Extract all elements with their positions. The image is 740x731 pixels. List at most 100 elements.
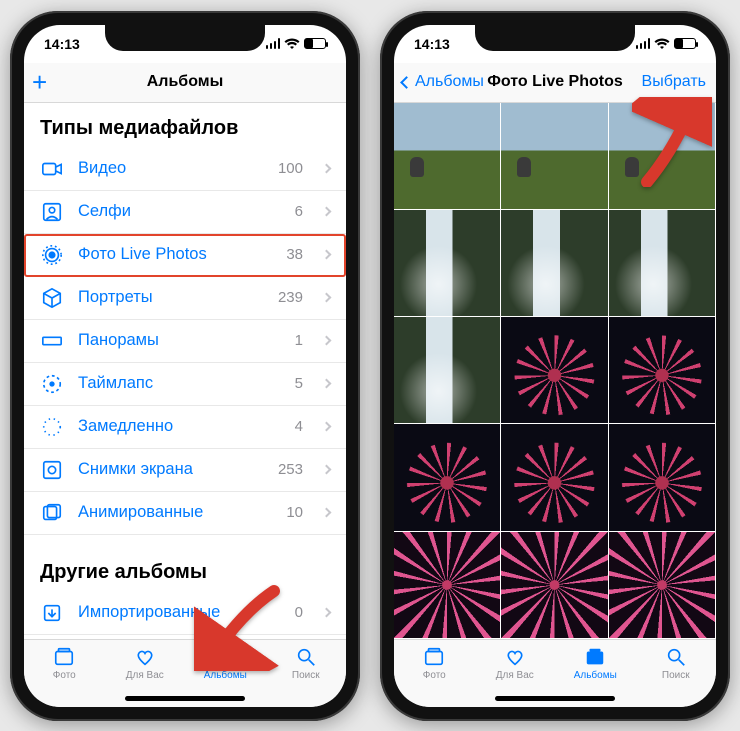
photo-thumbnail[interactable] [394,532,501,639]
photo-grid [394,103,716,639]
photo-thumbnail[interactable] [501,317,608,424]
list-row-video[interactable]: Видео100 [24,148,346,191]
chevron-right-icon [322,250,332,260]
status-time: 14:13 [44,36,80,52]
tab-label: Для Вас [496,670,534,681]
status-indicators [636,38,697,50]
back-label: Альбомы [415,73,484,91]
cube-icon [40,287,64,309]
section-other-title: Другие альбомы [24,535,346,592]
tab-label: Для Вас [126,670,164,681]
photo-thumbnail[interactable] [609,317,716,424]
select-button[interactable]: Выбрать [642,73,706,91]
panorama-icon [40,330,64,352]
chevron-right-icon [322,207,332,217]
photo-thumbnail[interactable] [501,424,608,531]
phone-left: 14:13 + Альбомы Типы медиафайлов Видео10… [10,11,360,721]
content-area[interactable]: Типы медиафайлов Видео100Селфи6Фото Live… [24,103,346,639]
row-label: Замедленно [78,417,281,436]
photo-thumbnail[interactable] [609,210,716,317]
list-row-livephoto[interactable]: Фото Live Photos 38 [24,234,346,277]
list-row-selfie[interactable]: Селфи 6 [24,191,346,234]
tab-label: Альбомы [204,670,247,681]
chevron-right-icon [322,422,332,432]
list-row-import[interactable]: Импортированные 0 [24,592,346,635]
list-row-cube[interactable]: Портреты239 [24,277,346,320]
albums-tab-icon [214,646,236,668]
tab-альбомы[interactable]: Альбомы [185,646,266,681]
row-count: 253 [278,461,303,478]
albums-tab-icon [584,646,606,668]
video-icon [40,158,64,180]
home-indicator[interactable] [125,696,245,701]
list-row-timelapse[interactable]: Таймлапс 5 [24,363,346,406]
chevron-right-icon [322,465,332,475]
phone-right: 14:13 Альбомы Фото Live Photos Выбрать [380,11,730,721]
media-types-list: Видео100 Селфи 6 Фото Live Photos 38 Портреты… [24,148,346,535]
battery-icon [674,38,696,49]
foryou-tab-icon [504,646,526,668]
tab-label: Альбомы [574,670,617,681]
row-count: 38 [286,246,303,263]
photo-thumbnail[interactable] [609,424,716,531]
tab-bar: Фото Для Вас Альбомы Поиск [394,639,716,707]
photo-thumbnail[interactable] [394,103,501,210]
tab-для вас[interactable]: Для Вас [475,646,556,681]
search-tab-icon [295,646,317,668]
home-indicator[interactable] [495,696,615,701]
row-label: Фото Live Photos [78,245,272,264]
search-tab-icon [665,646,687,668]
plus-icon: + [32,69,47,95]
list-row-slowmo[interactable]: Замедленно 4 [24,406,346,449]
wifi-icon [654,38,670,50]
tab-поиск[interactable]: Поиск [636,646,717,681]
tab-фото[interactable]: Фото [394,646,475,681]
list-row-panorama[interactable]: Панорамы1 [24,320,346,363]
row-count: 4 [295,418,303,435]
tab-label: Фото [53,670,76,681]
tab-для вас[interactable]: Для Вас [105,646,186,681]
selfie-icon [40,201,64,223]
add-button[interactable]: + [32,69,47,95]
chevron-right-icon [322,508,332,518]
screen: 14:13 + Альбомы Типы медиафайлов Видео10… [24,25,346,707]
photo-thumbnail[interactable] [394,317,501,424]
chevron-left-icon [400,76,413,89]
import-icon [40,602,64,624]
list-row-screenshot[interactable]: Снимки экрана253 [24,449,346,492]
photo-thumbnail[interactable] [501,103,608,210]
row-label: Портреты [78,288,264,307]
photos-tab-icon [423,646,445,668]
photo-thumbnail[interactable] [609,103,716,210]
photo-grid-scroll[interactable] [394,103,716,639]
photo-thumbnail[interactable] [609,532,716,639]
status-indicators [266,38,327,50]
row-label: Импортированные [78,603,281,622]
photo-thumbnail[interactable] [394,424,501,531]
row-count: 6 [295,203,303,220]
row-count: 0 [295,604,303,621]
row-label: Селфи [78,202,281,221]
timelapse-icon [40,373,64,395]
list-row-animated[interactable]: Анимированные10 [24,492,346,535]
nav-bar: Альбомы Фото Live Photos Выбрать [394,63,716,103]
tab-поиск[interactable]: Поиск [266,646,347,681]
tab-bar: Фото Для Вас Альбомы Поиск [24,639,346,707]
row-label: Таймлапс [78,374,281,393]
tab-альбомы[interactable]: Альбомы [555,646,636,681]
back-button[interactable]: Альбомы [402,73,484,91]
photos-tab-icon [53,646,75,668]
chevron-right-icon [322,608,332,618]
tab-label: Поиск [662,670,690,681]
row-count: 5 [295,375,303,392]
other-albums-list: Импортированные0Скрытые0Недавно удаленны… [24,592,346,639]
chevron-right-icon [322,293,332,303]
tab-фото[interactable]: Фото [24,646,105,681]
screen: 14:13 Альбомы Фото Live Photos Выбрать [394,25,716,707]
photo-thumbnail[interactable] [501,210,608,317]
row-label: Видео [78,159,264,178]
photo-thumbnail[interactable] [394,210,501,317]
row-label: Анимированные [78,503,272,522]
tab-label: Фото [423,670,446,681]
photo-thumbnail[interactable] [501,532,608,639]
